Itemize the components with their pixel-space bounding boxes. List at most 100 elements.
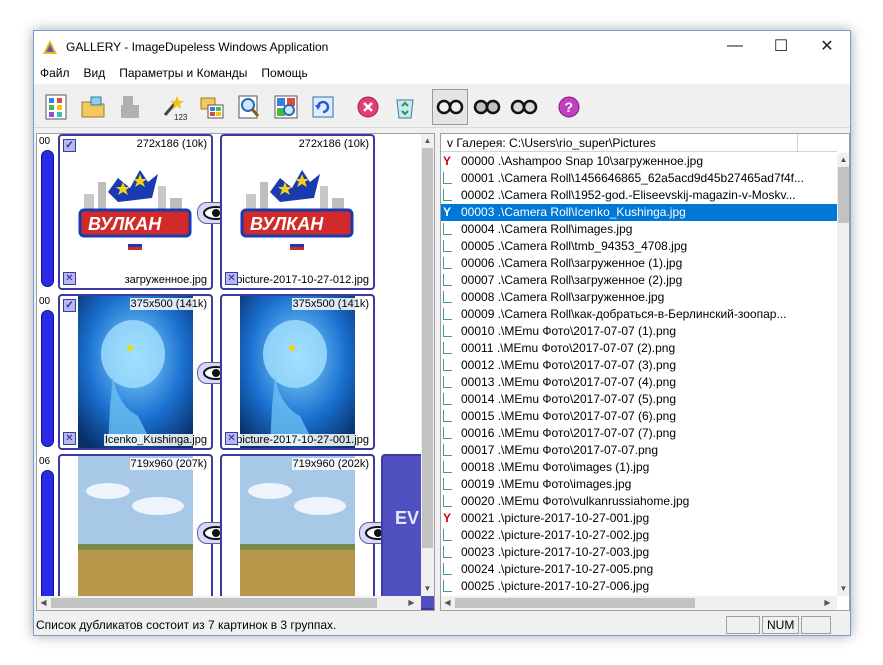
file-number: 00011 [461,341,494,355]
svg-text:ВУЛКАН: ВУЛКАН [250,214,324,234]
thumbnail[interactable]: 719x960 (207k) [58,454,213,610]
tb-disabled-button[interactable] [112,89,148,125]
list-item[interactable]: 00014 .\MEmu Фото\2017-07-07 (5).png [441,391,837,408]
list-item[interactable]: 00016 .\MEmu Фото\2017-07-07 (7).png [441,425,837,442]
menu-view[interactable]: Вид [84,66,106,80]
scrollbar-thumb[interactable] [422,148,433,548]
list-item[interactable]: 00018 .\MEmu Фото\images (1).jpg [441,459,837,476]
scroll-right-arrow-icon[interactable]: ▶ [405,598,418,607]
thumbnail[interactable]: ВУЛКАН 272x186 (10k) picture-2017-10-27-… [220,134,375,290]
list-item[interactable]: 00017 .\MEmu Фото\2017-07-07.png [441,442,837,459]
list-item[interactable]: 00012 .\MEmu Фото\2017-07-07 (3).png [441,357,837,374]
list-header[interactable]: v Галерея: C:\Users\rio_super\Pictures [441,134,837,152]
menu-file[interactable]: Файл [40,66,70,80]
list-item[interactable]: 00009 .\Camera Roll\как-добраться-в-Берл… [441,306,837,323]
minimize-button[interactable]: — [712,31,758,61]
file-number: 00007 [461,273,495,287]
title-bar[interactable]: GALLERY - ImageDupeless Windows Applicat… [34,31,850,62]
file-list-pane: v Галерея: C:\Users\rio_super\Pictures Y… [440,133,850,611]
tb-view3-button[interactable] [506,89,542,125]
list-item[interactable]: 00022 .\picture-2017-10-27-002.jpg [441,527,837,544]
tb-zoom-button[interactable] [231,89,267,125]
list-item[interactable]: 00015 .\MEmu Фото\2017-07-07 (6).png [441,408,837,425]
list-item[interactable]: 00020 .\MEmu Фото\vulkanrussiahome.jpg [441,493,837,510]
right-vertical-scrollbar[interactable]: ▲ ▼ [837,153,849,596]
file-path: .\Camera Roll\tmb_94353_4708.jpg [497,239,688,253]
thumbnail[interactable]: ВУЛКАН 272x186 (10k) загруженное.jpg ✓ ✕ [58,134,213,290]
original-marker-icon: Y [443,205,452,219]
list-item[interactable]: 00010 .\MEmu Фото\2017-07-07 (1).png [441,323,837,340]
menu-help[interactable]: Помощь [261,66,307,80]
scroll-right-arrow-icon[interactable]: ▶ [821,598,834,607]
scroll-left-arrow-icon[interactable]: ◀ [441,598,454,607]
tree-line-icon [443,240,452,252]
file-number: 00024 [461,562,495,576]
tb-recycle-button[interactable] [387,89,423,125]
scrollbar-thumb[interactable] [51,598,377,608]
scroll-down-arrow-icon[interactable]: ▼ [421,584,434,593]
thumbnail[interactable]: 375x500 (141k) picture-2017-10-27-001.jp… [220,294,375,450]
right-horizontal-scrollbar[interactable]: ◀ ▶ [441,596,837,610]
file-number: 00000 [461,154,495,168]
tb-numbering-button[interactable]: 123 [157,89,193,125]
list-item[interactable]: 00002 .\Camera Roll\1952-god.-Eliseevski… [441,187,837,204]
menu-options[interactable]: Параметры и Команды [119,66,247,80]
tb-help-button[interactable]: ? [551,89,587,125]
scroll-up-arrow-icon[interactable]: ▲ [421,136,434,145]
tb-view2-button[interactable] [469,89,505,125]
checkbox[interactable]: ✓ [63,139,76,152]
file-number: 00001 [461,171,495,185]
list-item[interactable]: 00024 .\picture-2017-10-27-005.png [441,561,837,578]
vulkan-logo-image: ВУЛКАН [240,152,355,272]
tb-delete-button[interactable] [350,89,386,125]
scroll-left-arrow-icon[interactable]: ◀ [37,598,50,607]
file-path: .\Camera Roll\загруженное.jpg [497,290,665,304]
tb-compare-button[interactable] [268,89,304,125]
scroll-down-arrow-icon[interactable]: ▼ [837,584,849,593]
list-item[interactable]: 00011 .\MEmu Фото\2017-07-07 (2).png [441,340,837,357]
list-item[interactable]: 00006 .\Camera Roll\загруженное (1).jpg [441,255,837,272]
delete-mark-checkbox[interactable]: ✕ [225,432,238,445]
list-item[interactable]: Y 00000 .\Ashampoo Snap 10\загруженное.jp… [441,153,837,170]
delete-mark-checkbox[interactable]: ✕ [63,432,76,445]
maximize-button[interactable]: ☐ [758,31,804,61]
file-number: 00019 [461,477,495,491]
tb-folders-button[interactable] [194,89,230,125]
scrollbar-thumb[interactable] [455,598,695,608]
list-item[interactable]: Y 00003 .\Camera Roll\Icenko_Kushinga.jpg [441,204,837,221]
file-path: .\Camera Roll\загруженное (2).jpg [497,273,683,287]
checkbox[interactable]: ✓ [63,299,76,312]
left-horizontal-scrollbar[interactable]: ◀ ▶ [37,596,421,610]
scrollbar-thumb[interactable] [838,167,849,223]
list-item[interactable]: 00004 .\Camera Roll\images.jpg [441,221,837,238]
file-path: .\MEmu Фото\images (1).jpg [497,460,650,474]
file-path: .\MEmu Фото\2017-07-07 (6).png [497,409,677,423]
list-item[interactable]: 00001 .\Camera Roll\1456646865_62a5acd9d… [441,170,837,187]
file-path: .\Camera Roll\1952-god.-Eliseevskij-maga… [497,188,796,202]
thumbnail[interactable]: 375x500 (141k) Icenko_Kushinga.jpg ✓ ✕ [58,294,213,450]
scroll-up-arrow-icon[interactable]: ▲ [837,155,849,164]
list-item[interactable]: 00019 .\MEmu Фото\images.jpg [441,476,837,493]
list-item[interactable]: Y 00021 .\picture-2017-10-27-001.jpg [441,510,837,527]
thumbnail[interactable]: 719x960 (202k) [220,454,375,610]
delete-mark-checkbox[interactable]: ✕ [225,272,238,285]
left-vertical-scrollbar[interactable]: ▲ ▼ [421,134,434,596]
list-item[interactable]: 00008 .\Camera Roll\загруженное.jpg [441,289,837,306]
tb-thumbnails-button[interactable] [38,89,74,125]
list-item[interactable]: 00025 .\picture-2017-10-27-006.jpg [441,578,837,595]
duplicate-group: 06 719x960 (207k) 719x960 (202k) EV [37,454,434,610]
close-button[interactable]: ✕ [804,31,850,61]
delete-mark-checkbox[interactable]: ✕ [63,272,76,285]
file-number: 00010 [461,324,495,338]
file-number: 00014 [461,392,495,406]
file-path: .\picture-2017-10-27-005.png [497,562,654,576]
tb-refresh-button[interactable] [305,89,341,125]
list-item[interactable]: 00013 .\MEmu Фото\2017-07-07 (4).png [441,374,837,391]
gallery-path-header[interactable]: v Галерея: C:\Users\rio_super\Pictures [441,134,798,152]
tb-open-button[interactable] [75,89,111,125]
list-item[interactable]: 00007 .\Camera Roll\загруженное (2).jpg [441,272,837,289]
list-item[interactable]: 00023 .\picture-2017-10-27-003.jpg [441,544,837,561]
tb-view1-button[interactable] [432,88,468,125]
num-lock-indicator: NUM [762,616,800,634]
list-item[interactable]: 00005 .\Camera Roll\tmb_94353_4708.jpg [441,238,837,255]
